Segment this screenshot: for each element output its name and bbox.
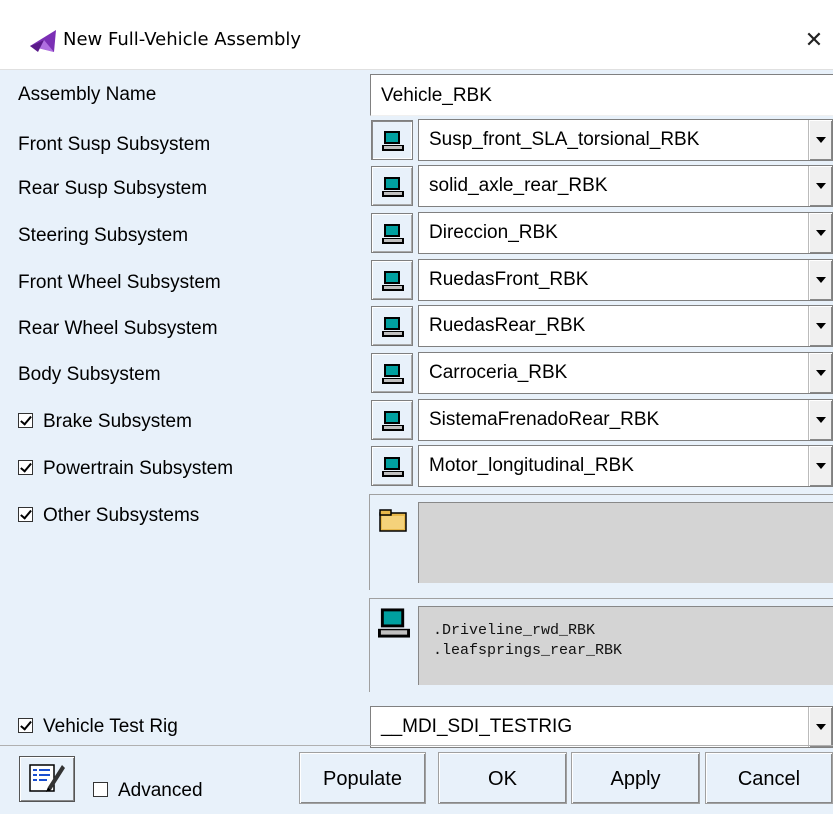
front-wheel-database-button[interactable] <box>371 260 413 300</box>
computer-icon <box>382 411 404 431</box>
powertrain-combo[interactable]: Motor_longitudinal_RBK <box>418 445 833 487</box>
body-combo[interactable]: Carroceria_RBK <box>418 352 833 394</box>
test-rig-combo[interactable]: __MDI_SDI_TESTRIG <box>370 706 833 748</box>
advanced-checkbox[interactable]: Advanced <box>93 777 203 805</box>
assembly-name-value: Vehicle_RBK <box>381 85 492 106</box>
rear-wheel-dropdown-arrow[interactable] <box>808 306 832 346</box>
dialog-body: Assembly Name Vehicle_RBK Front Susp Sub… <box>0 70 833 814</box>
ok-button[interactable]: OK <box>438 752 567 804</box>
brake-combo[interactable]: SistemaFrenadoRear_RBK <box>418 399 833 441</box>
populate-button[interactable]: Populate <box>299 752 426 804</box>
other-subsystems-file-list[interactable] <box>418 502 833 583</box>
test-rig-label: Vehicle Test Rig <box>43 716 178 737</box>
brake-dropdown-arrow[interactable] <box>808 400 832 440</box>
body-dropdown-arrow[interactable] <box>808 353 832 393</box>
front-wheel-combo[interactable]: RuedasFront_RBK <box>418 259 833 301</box>
front-wheel-value: RuedasFront_RBK <box>429 269 589 290</box>
advanced-checkbox-box[interactable] <box>93 782 108 797</box>
computer-icon <box>382 271 404 291</box>
steering-dropdown-arrow[interactable] <box>808 213 832 253</box>
list-item[interactable]: .Driveline_rwd_RBK <box>433 621 833 641</box>
steering-database-button[interactable] <box>371 213 413 253</box>
body-database-button[interactable] <box>371 353 413 393</box>
rear-wheel-database-button[interactable] <box>371 306 413 346</box>
front-wheel-label: Front Wheel Subsystem <box>18 272 221 293</box>
powertrain-checkbox-box[interactable] <box>18 460 33 475</box>
brake-label: Brake Subsystem <box>43 411 192 432</box>
list-item[interactable]: .leafsprings_rear_RBK <box>433 641 833 661</box>
rear-susp-database-button[interactable] <box>371 166 413 206</box>
footer-divider <box>0 745 833 746</box>
rear-wheel-combo[interactable]: RuedasRear_RBK <box>418 305 833 347</box>
powertrain-dropdown-arrow[interactable] <box>808 446 832 486</box>
title-bar: New Full-Vehicle Assembly ✕ <box>0 0 833 70</box>
app-logo-icon <box>30 30 56 52</box>
other-subsystems-database-panel: .Driveline_rwd_RBK .leafsprings_rear_RBK <box>369 598 833 692</box>
folder-icon[interactable] <box>378 503 410 535</box>
powertrain-value: Motor_longitudinal_RBK <box>429 455 634 476</box>
powertrain-label: Powertrain Subsystem <box>43 458 234 479</box>
computer-icon <box>382 317 404 337</box>
other-subsystems-checkbox-box[interactable] <box>18 507 33 522</box>
rear-susp-label: Rear Susp Subsystem <box>18 178 208 199</box>
other-subsystems-checkbox[interactable]: Other Subsystems <box>18 502 199 530</box>
front-susp-dropdown-arrow[interactable] <box>808 120 832 160</box>
rear-susp-value: solid_axle_rear_RBK <box>429 175 608 196</box>
apply-button[interactable]: Apply <box>571 752 700 804</box>
assembly-name-label: Assembly Name <box>18 84 157 105</box>
computer-icon <box>382 177 404 197</box>
close-button[interactable]: ✕ <box>800 27 828 55</box>
powertrain-database-button[interactable] <box>371 446 413 486</box>
rear-susp-combo[interactable]: solid_axle_rear_RBK <box>418 165 833 207</box>
brake-value: SistemaFrenadoRear_RBK <box>429 409 660 430</box>
other-subsystems-label: Other Subsystems <box>43 505 200 526</box>
front-susp-combo[interactable]: Susp_front_SLA_torsional_RBK <box>418 119 833 161</box>
test-rig-value: __MDI_SDI_TESTRIG <box>381 716 573 737</box>
steering-combo[interactable]: Direccion_RBK <box>418 212 833 254</box>
steering-label: Steering Subsystem <box>18 225 189 246</box>
other-subsystems-file-panel <box>369 494 833 590</box>
test-rig-checkbox-box[interactable] <box>18 718 33 733</box>
brake-checkbox-box[interactable] <box>18 413 33 428</box>
computer-icon[interactable] <box>378 607 410 639</box>
body-value: Carroceria_RBK <box>429 362 568 383</box>
window-title: New Full-Vehicle Assembly <box>63 29 302 50</box>
cancel-button[interactable]: Cancel <box>705 752 833 804</box>
front-wheel-dropdown-arrow[interactable] <box>808 260 832 300</box>
rear-wheel-value: RuedasRear_RBK <box>429 315 586 336</box>
computer-icon <box>382 131 404 151</box>
edit-list-icon <box>29 764 65 792</box>
powertrain-checkbox[interactable]: Powertrain Subsystem <box>18 455 233 483</box>
computer-icon <box>382 457 404 477</box>
advanced-label: Advanced <box>118 780 203 801</box>
close-icon: ✕ <box>804 28 824 53</box>
computer-icon <box>382 224 404 244</box>
body-label: Body Subsystem <box>18 364 161 385</box>
info-button[interactable] <box>19 756 75 802</box>
front-susp-value: Susp_front_SLA_torsional_RBK <box>429 129 700 150</box>
rear-wheel-label: Rear Wheel Subsystem <box>18 318 218 339</box>
front-susp-label: Front Susp Subsystem <box>18 134 211 155</box>
computer-icon <box>382 364 404 384</box>
brake-database-button[interactable] <box>371 400 413 440</box>
front-susp-database-button[interactable] <box>371 120 413 160</box>
assembly-name-input[interactable]: Vehicle_RBK <box>370 74 833 116</box>
rear-susp-dropdown-arrow[interactable] <box>808 166 832 206</box>
test-rig-checkbox[interactable]: Vehicle Test Rig <box>18 713 178 741</box>
steering-value: Direccion_RBK <box>429 222 558 243</box>
test-rig-dropdown-arrow[interactable] <box>808 707 832 747</box>
other-subsystems-database-list[interactable]: .Driveline_rwd_RBK .leafsprings_rear_RBK <box>418 606 833 685</box>
brake-checkbox[interactable]: Brake Subsystem <box>18 408 192 436</box>
